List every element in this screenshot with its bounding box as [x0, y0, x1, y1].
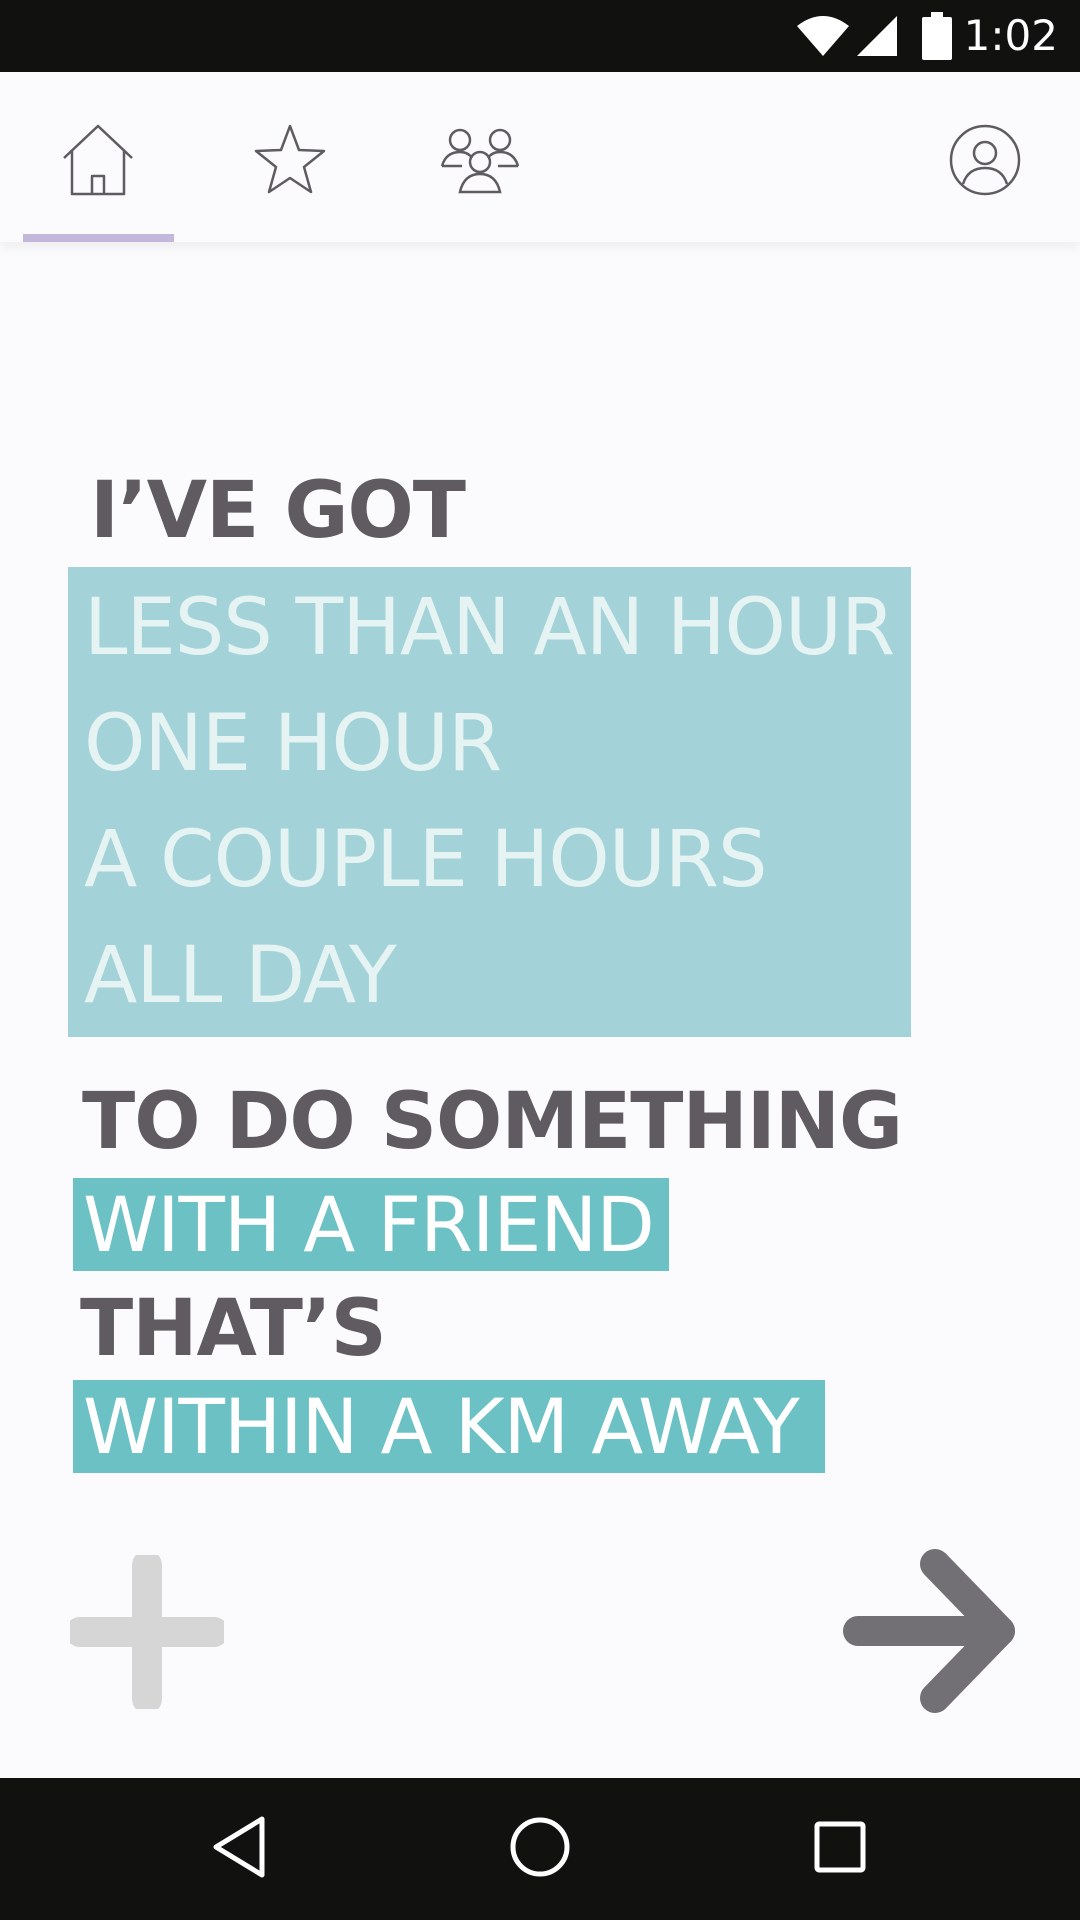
- top-navigation: [0, 72, 1080, 242]
- time-option-one-hour[interactable]: ONE HOUR: [84, 705, 502, 783]
- add-button[interactable]: [65, 1550, 229, 1714]
- distance-selector[interactable]: WITHIN A KM AWAY: [73, 1380, 825, 1473]
- back-icon: [210, 1815, 270, 1883]
- time-options-list: LESS THAN AN HOUR ONE HOUR A COUPLE HOUR…: [68, 567, 911, 1037]
- back-button[interactable]: [190, 1799, 290, 1899]
- tab-favorites[interactable]: [240, 112, 340, 212]
- time-option-all-day[interactable]: ALL DAY: [84, 937, 397, 1015]
- plus-icon: [65, 1550, 229, 1714]
- time-option-less-than-hour[interactable]: LESS THAN AN HOUR: [84, 589, 895, 667]
- next-button[interactable]: [840, 1546, 1020, 1716]
- home-button[interactable]: [490, 1799, 590, 1899]
- heading-to-do-something: TO DO SOMETHING: [82, 1077, 903, 1167]
- tab-friends[interactable]: [430, 112, 530, 212]
- companion-selector[interactable]: WITH A FRIEND: [73, 1178, 669, 1271]
- profile-icon: [948, 123, 1022, 201]
- recents-icon: [813, 1820, 867, 1878]
- arrow-right-icon: [840, 1549, 1020, 1720]
- system-navigation-bar: [0, 1778, 1080, 1920]
- status-bar: 1:02: [0, 0, 1080, 72]
- wifi-icon: [795, 14, 851, 62]
- home-icon: [60, 122, 136, 202]
- activity-builder: I’VE GOT LESS THAN AN HOUR ONE HOUR A CO…: [0, 242, 1080, 1778]
- home-circle-icon: [509, 1816, 571, 1882]
- status-time: 1:02: [963, 11, 1058, 60]
- cellular-signal-icon: [855, 14, 899, 62]
- tab-home[interactable]: [48, 112, 148, 212]
- time-option-couple-hours[interactable]: A COUPLE HOURS: [84, 821, 768, 899]
- profile-button[interactable]: [935, 112, 1035, 212]
- battery-icon: [922, 12, 952, 64]
- group-icon: [438, 122, 522, 202]
- star-icon: [252, 122, 328, 202]
- active-tab-indicator: [23, 234, 174, 242]
- heading-thats: THAT’S: [80, 1284, 387, 1374]
- recents-button[interactable]: [790, 1799, 890, 1899]
- heading-ive-got: I’VE GOT: [90, 466, 466, 556]
